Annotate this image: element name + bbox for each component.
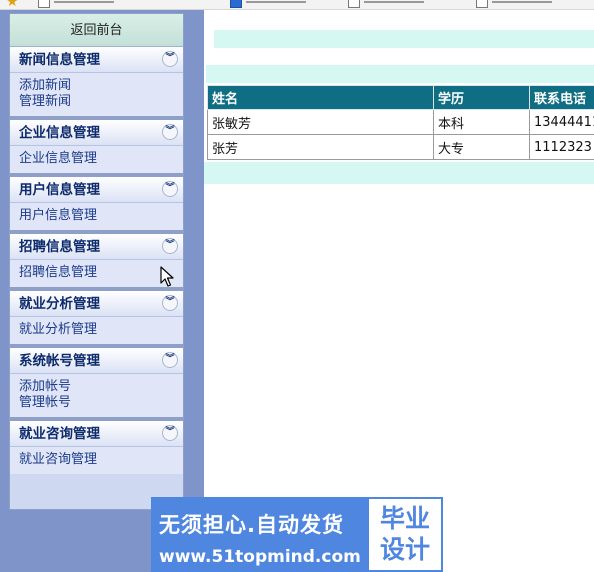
- menu-header-label: 就业分析管理: [19, 296, 100, 312]
- watermark-badge-line2: 设计: [379, 535, 430, 564]
- menu-header-label: 招聘信息管理: [19, 239, 100, 255]
- menu-header-label: 系统帐号管理: [19, 353, 100, 369]
- bookmark-item[interactable]: [230, 0, 306, 9]
- column-header-education: 学历: [433, 85, 530, 110]
- table-row[interactable]: 张芳 大专 1112323: [207, 134, 594, 160]
- double-chevron-icon[interactable]: ︾: [162, 295, 178, 311]
- menu-items-accounts: 添加帐号 管理帐号: [10, 374, 183, 417]
- cell-education: 大专: [433, 134, 530, 160]
- column-header-name: 姓名: [207, 85, 434, 110]
- menu-header-label: 用户信息管理: [19, 182, 100, 198]
- cell-name: 张敏芳: [207, 109, 434, 135]
- menu-header-users[interactable]: 用户信息管理 ︾: [10, 177, 183, 203]
- double-chevron-icon[interactable]: ︾: [162, 51, 178, 67]
- user-table: 姓名 学历 联系电话 张敏芳 本科 13444411 张芳 大专 1112323: [207, 85, 594, 160]
- bookmark-bar: ★: [0, 0, 594, 10]
- watermark-slogan: 无须担心.自动发货: [159, 513, 344, 537]
- menu-header-recruit[interactable]: 招聘信息管理 ︾: [10, 234, 183, 260]
- bookmark-item[interactable]: [348, 0, 424, 9]
- menu-items-consult: 就业咨询管理: [10, 447, 183, 474]
- menu-group-recruit: 招聘信息管理 ︾ 招聘信息管理: [10, 234, 183, 291]
- cell-phone: 13444411: [529, 109, 594, 135]
- page-icon: [348, 0, 360, 8]
- page-icon: [38, 0, 50, 8]
- main-content: 姓名 学历 联系电话 张敏芳 本科 13444411 张芳 大专 1112323: [204, 10, 594, 572]
- menu-items-users: 用户信息管理: [10, 203, 183, 230]
- double-chevron-icon[interactable]: ︾: [162, 124, 178, 140]
- menu-header-analysis[interactable]: 就业分析管理 ︾: [10, 291, 183, 317]
- menu-group-accounts: 系统帐号管理 ︾ 添加帐号 管理帐号: [10, 348, 183, 421]
- sidebar-menu: 返回前台 新闻信息管理 ︾ 添加新闻 管理新闻 企业信息管理 ︾ 企业信息管理 …: [9, 13, 184, 510]
- menu-item-user-info[interactable]: 用户信息管理: [19, 208, 183, 224]
- menu-item-recruit-info[interactable]: 招聘信息管理: [19, 265, 183, 281]
- bookmark-label-cropped: [364, 1, 424, 9]
- menu-header-label: 新闻信息管理: [19, 52, 100, 68]
- table-row[interactable]: 张敏芳 本科 13444411: [207, 109, 594, 135]
- bookmark-label-cropped: [54, 1, 114, 9]
- toolbar-band: [206, 65, 594, 83]
- page-icon: [476, 0, 488, 8]
- menu-group-users: 用户信息管理 ︾ 用户信息管理: [10, 177, 183, 234]
- mouse-cursor-icon: [160, 266, 174, 287]
- watermark-badge-line1: 毕业: [379, 504, 430, 533]
- menu-item-company-info[interactable]: 企业信息管理: [19, 151, 183, 167]
- bookmark-label-cropped: [246, 1, 306, 9]
- bookmark-item[interactable]: [38, 0, 114, 9]
- footer-band: [204, 162, 594, 184]
- menu-items-news: 添加新闻 管理新闻: [10, 73, 183, 116]
- menu-item-add-account[interactable]: 添加帐号: [19, 379, 183, 395]
- menu-item-manage-news[interactable]: 管理新闻: [19, 94, 183, 110]
- star-icon: ★: [6, 0, 19, 10]
- menu-items-recruit: 招聘信息管理: [10, 260, 183, 287]
- menu-item-add-news[interactable]: 添加新闻: [19, 78, 183, 94]
- menu-group-consult: 就业咨询管理 ︾ 就业咨询管理: [10, 421, 183, 474]
- menu-item-manage-account[interactable]: 管理帐号: [19, 395, 183, 411]
- sidebar: 返回前台 新闻信息管理 ︾ 添加新闻 管理新闻 企业信息管理 ︾ 企业信息管理 …: [0, 10, 204, 572]
- menu-item-employment-analysis[interactable]: 就业分析管理: [19, 322, 183, 338]
- cell-phone: 1112323: [529, 134, 594, 160]
- cell-education: 本科: [433, 109, 530, 135]
- bookmark-star[interactable]: ★: [6, 0, 19, 10]
- bookmark-item[interactable]: [476, 0, 552, 9]
- watermark-banner: 无须担心.自动发货 www.51topmind.com 毕业 设计: [151, 497, 443, 572]
- menu-header-news[interactable]: 新闻信息管理 ︾: [10, 47, 183, 73]
- menu-items-company: 企业信息管理: [10, 146, 183, 173]
- double-chevron-icon[interactable]: ︾: [162, 238, 178, 254]
- menu-group-news: 新闻信息管理 ︾ 添加新闻 管理新闻: [10, 47, 183, 120]
- double-chevron-icon[interactable]: ︾: [162, 352, 178, 368]
- double-chevron-icon[interactable]: ︾: [162, 181, 178, 197]
- watermark-url: www.51topmind.com: [159, 547, 361, 567]
- double-chevron-icon[interactable]: ︾: [162, 425, 178, 441]
- table-header-row: 姓名 学历 联系电话: [207, 85, 594, 110]
- menu-header-label: 就业咨询管理: [19, 426, 100, 442]
- menu-item-consultation[interactable]: 就业咨询管理: [19, 452, 183, 468]
- menu-group-analysis: 就业分析管理 ︾ 就业分析管理: [10, 291, 183, 348]
- menu-header-accounts[interactable]: 系统帐号管理 ︾: [10, 348, 183, 374]
- header-band: [214, 30, 594, 48]
- watermark-text-block: 无须担心.自动发货 www.51topmind.com: [151, 497, 367, 572]
- page-icon: [230, 0, 242, 8]
- back-to-frontend-link[interactable]: 返回前台: [10, 14, 183, 47]
- menu-header-label: 企业信息管理: [19, 125, 100, 141]
- watermark-badge: 毕业 设计: [367, 497, 443, 572]
- column-header-phone: 联系电话: [529, 85, 594, 110]
- menu-group-company: 企业信息管理 ︾ 企业信息管理: [10, 120, 183, 177]
- bookmark-label-cropped: [492, 1, 552, 9]
- menu-items-analysis: 就业分析管理: [10, 317, 183, 344]
- menu-header-company[interactable]: 企业信息管理 ︾: [10, 120, 183, 146]
- cell-name: 张芳: [207, 134, 434, 160]
- menu-header-consult[interactable]: 就业咨询管理 ︾: [10, 421, 183, 447]
